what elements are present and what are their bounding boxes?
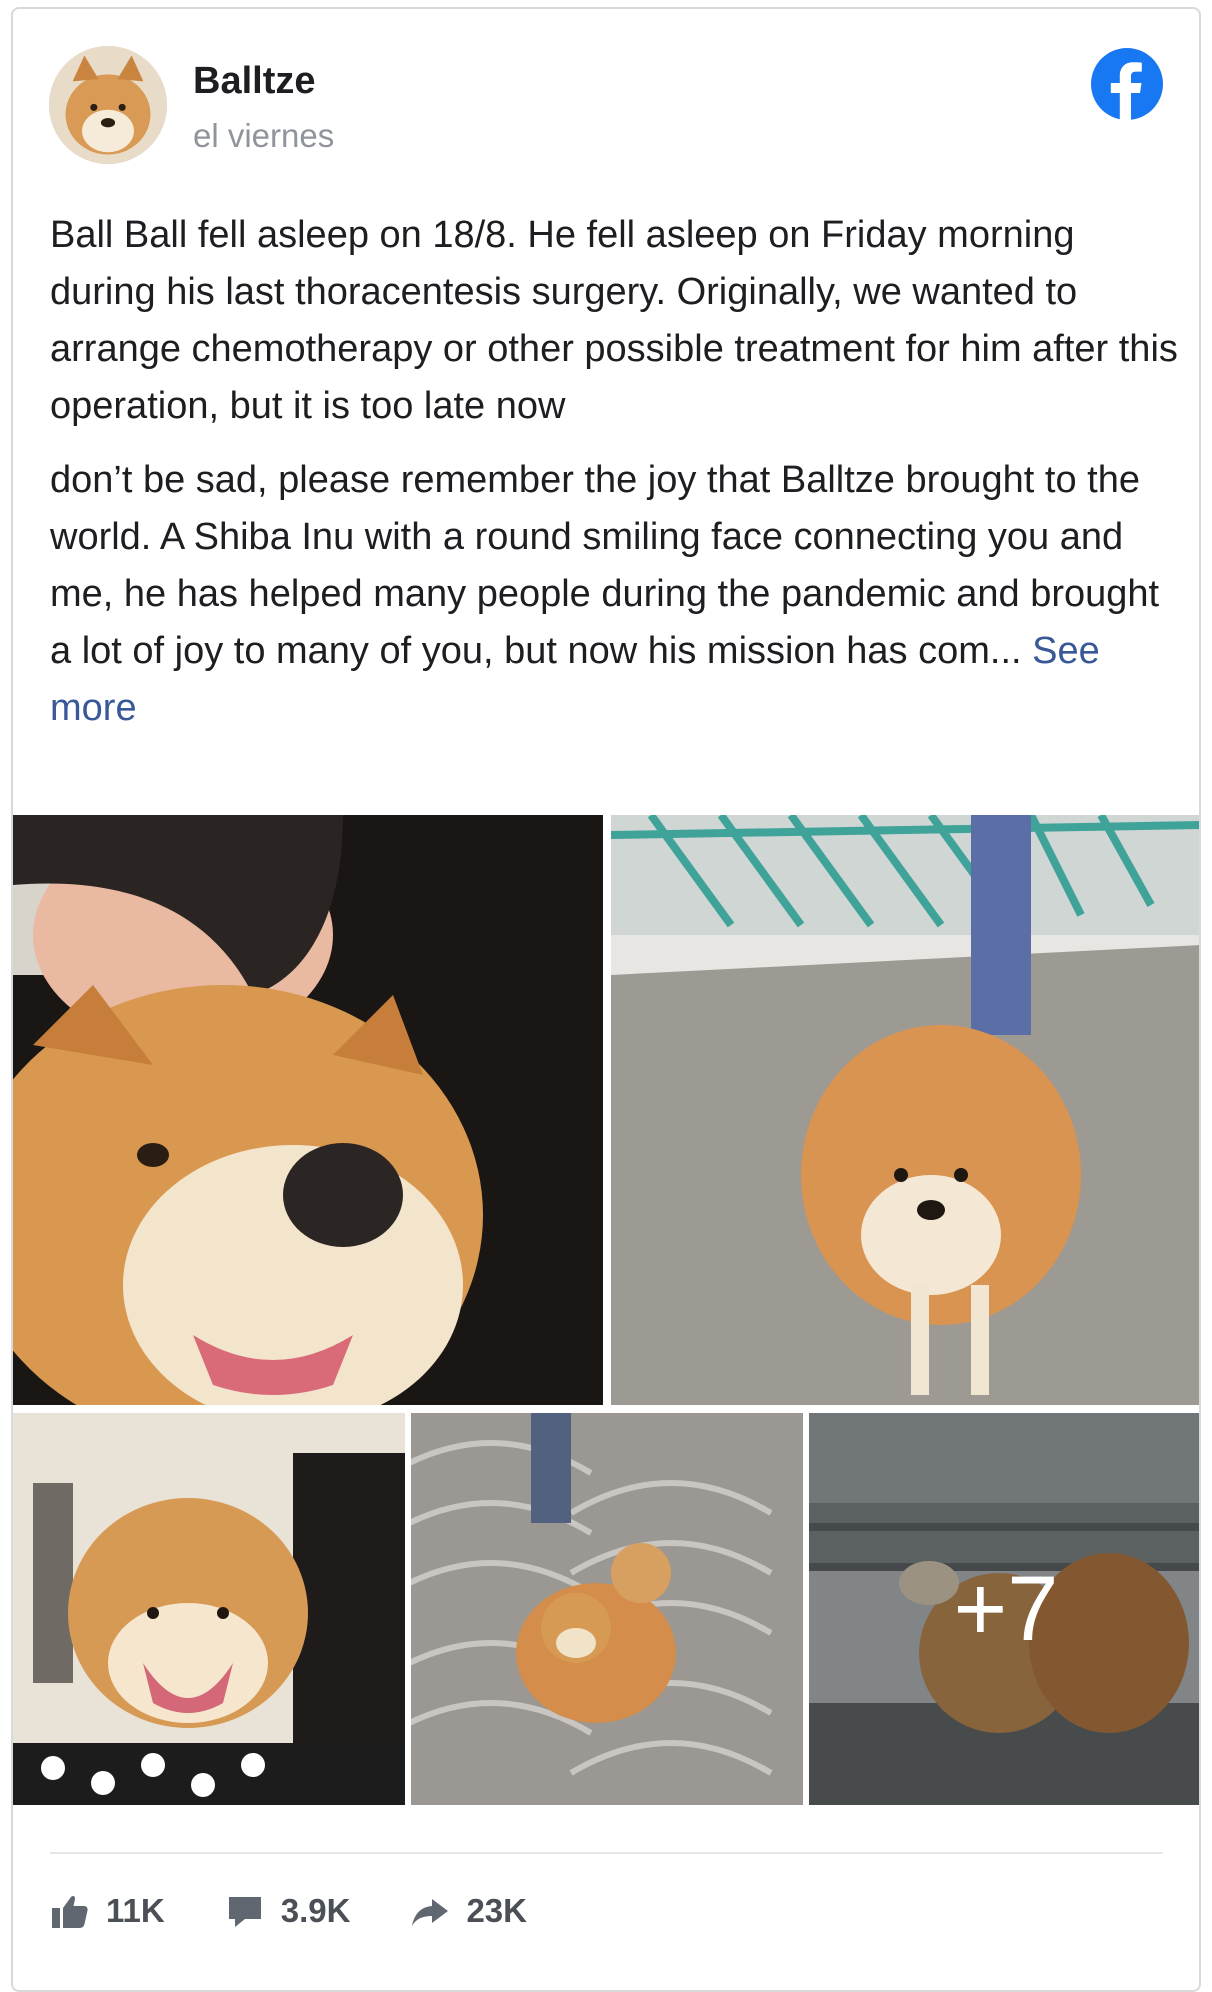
post-photo-5[interactable]: +7 — [809, 1413, 1199, 1805]
thumbs-up-icon — [52, 1895, 88, 1928]
post-photo-4[interactable] — [411, 1413, 803, 1805]
post-paragraph-1-text: Ball Ball fell asleep on 18/8. He fell a… — [50, 214, 1178, 427]
share-stat[interactable]: 23K — [410, 1891, 527, 1931]
post-paragraph-2-text: don’t be sad, please remember the joy th… — [50, 459, 1160, 672]
post-photo-1[interactable] — [13, 815, 603, 1405]
post-body: Ball Ball fell asleep on 18/8. He fell a… — [50, 207, 1180, 737]
post-paragraph-2: don’t be sad, please remember the joy th… — [50, 452, 1180, 737]
like-stat[interactable]: 11K — [50, 1891, 165, 1931]
facebook-logo-icon[interactable] — [1091, 48, 1163, 120]
comment-bubble-icon — [228, 1897, 261, 1927]
share-count: 23K — [466, 1892, 527, 1929]
post-timestamp[interactable]: el viernes — [193, 116, 334, 156]
more-photos-overlay[interactable]: +7 — [809, 1413, 1199, 1805]
share-arrow-icon — [412, 1899, 449, 1926]
post-photo-2[interactable] — [611, 815, 1199, 1405]
post-photo-3[interactable] — [13, 1413, 405, 1805]
stats-divider — [50, 1852, 1163, 1854]
engagement-stats: 11K 3.9K 23K — [50, 1886, 587, 1936]
comment-count: 3.9K — [280, 1892, 351, 1929]
author-name[interactable]: Balltze — [193, 59, 315, 105]
comment-stat[interactable]: 3.9K — [225, 1891, 351, 1931]
more-photos-count: +7 — [953, 1557, 1059, 1660]
author-avatar[interactable] — [49, 46, 167, 164]
like-count: 11K — [106, 1892, 165, 1929]
post-paragraph-1: Ball Ball fell asleep on 18/8. He fell a… — [50, 207, 1180, 435]
post-card: Balltze el viernes Ball Ball fell asleep… — [11, 7, 1201, 1992]
